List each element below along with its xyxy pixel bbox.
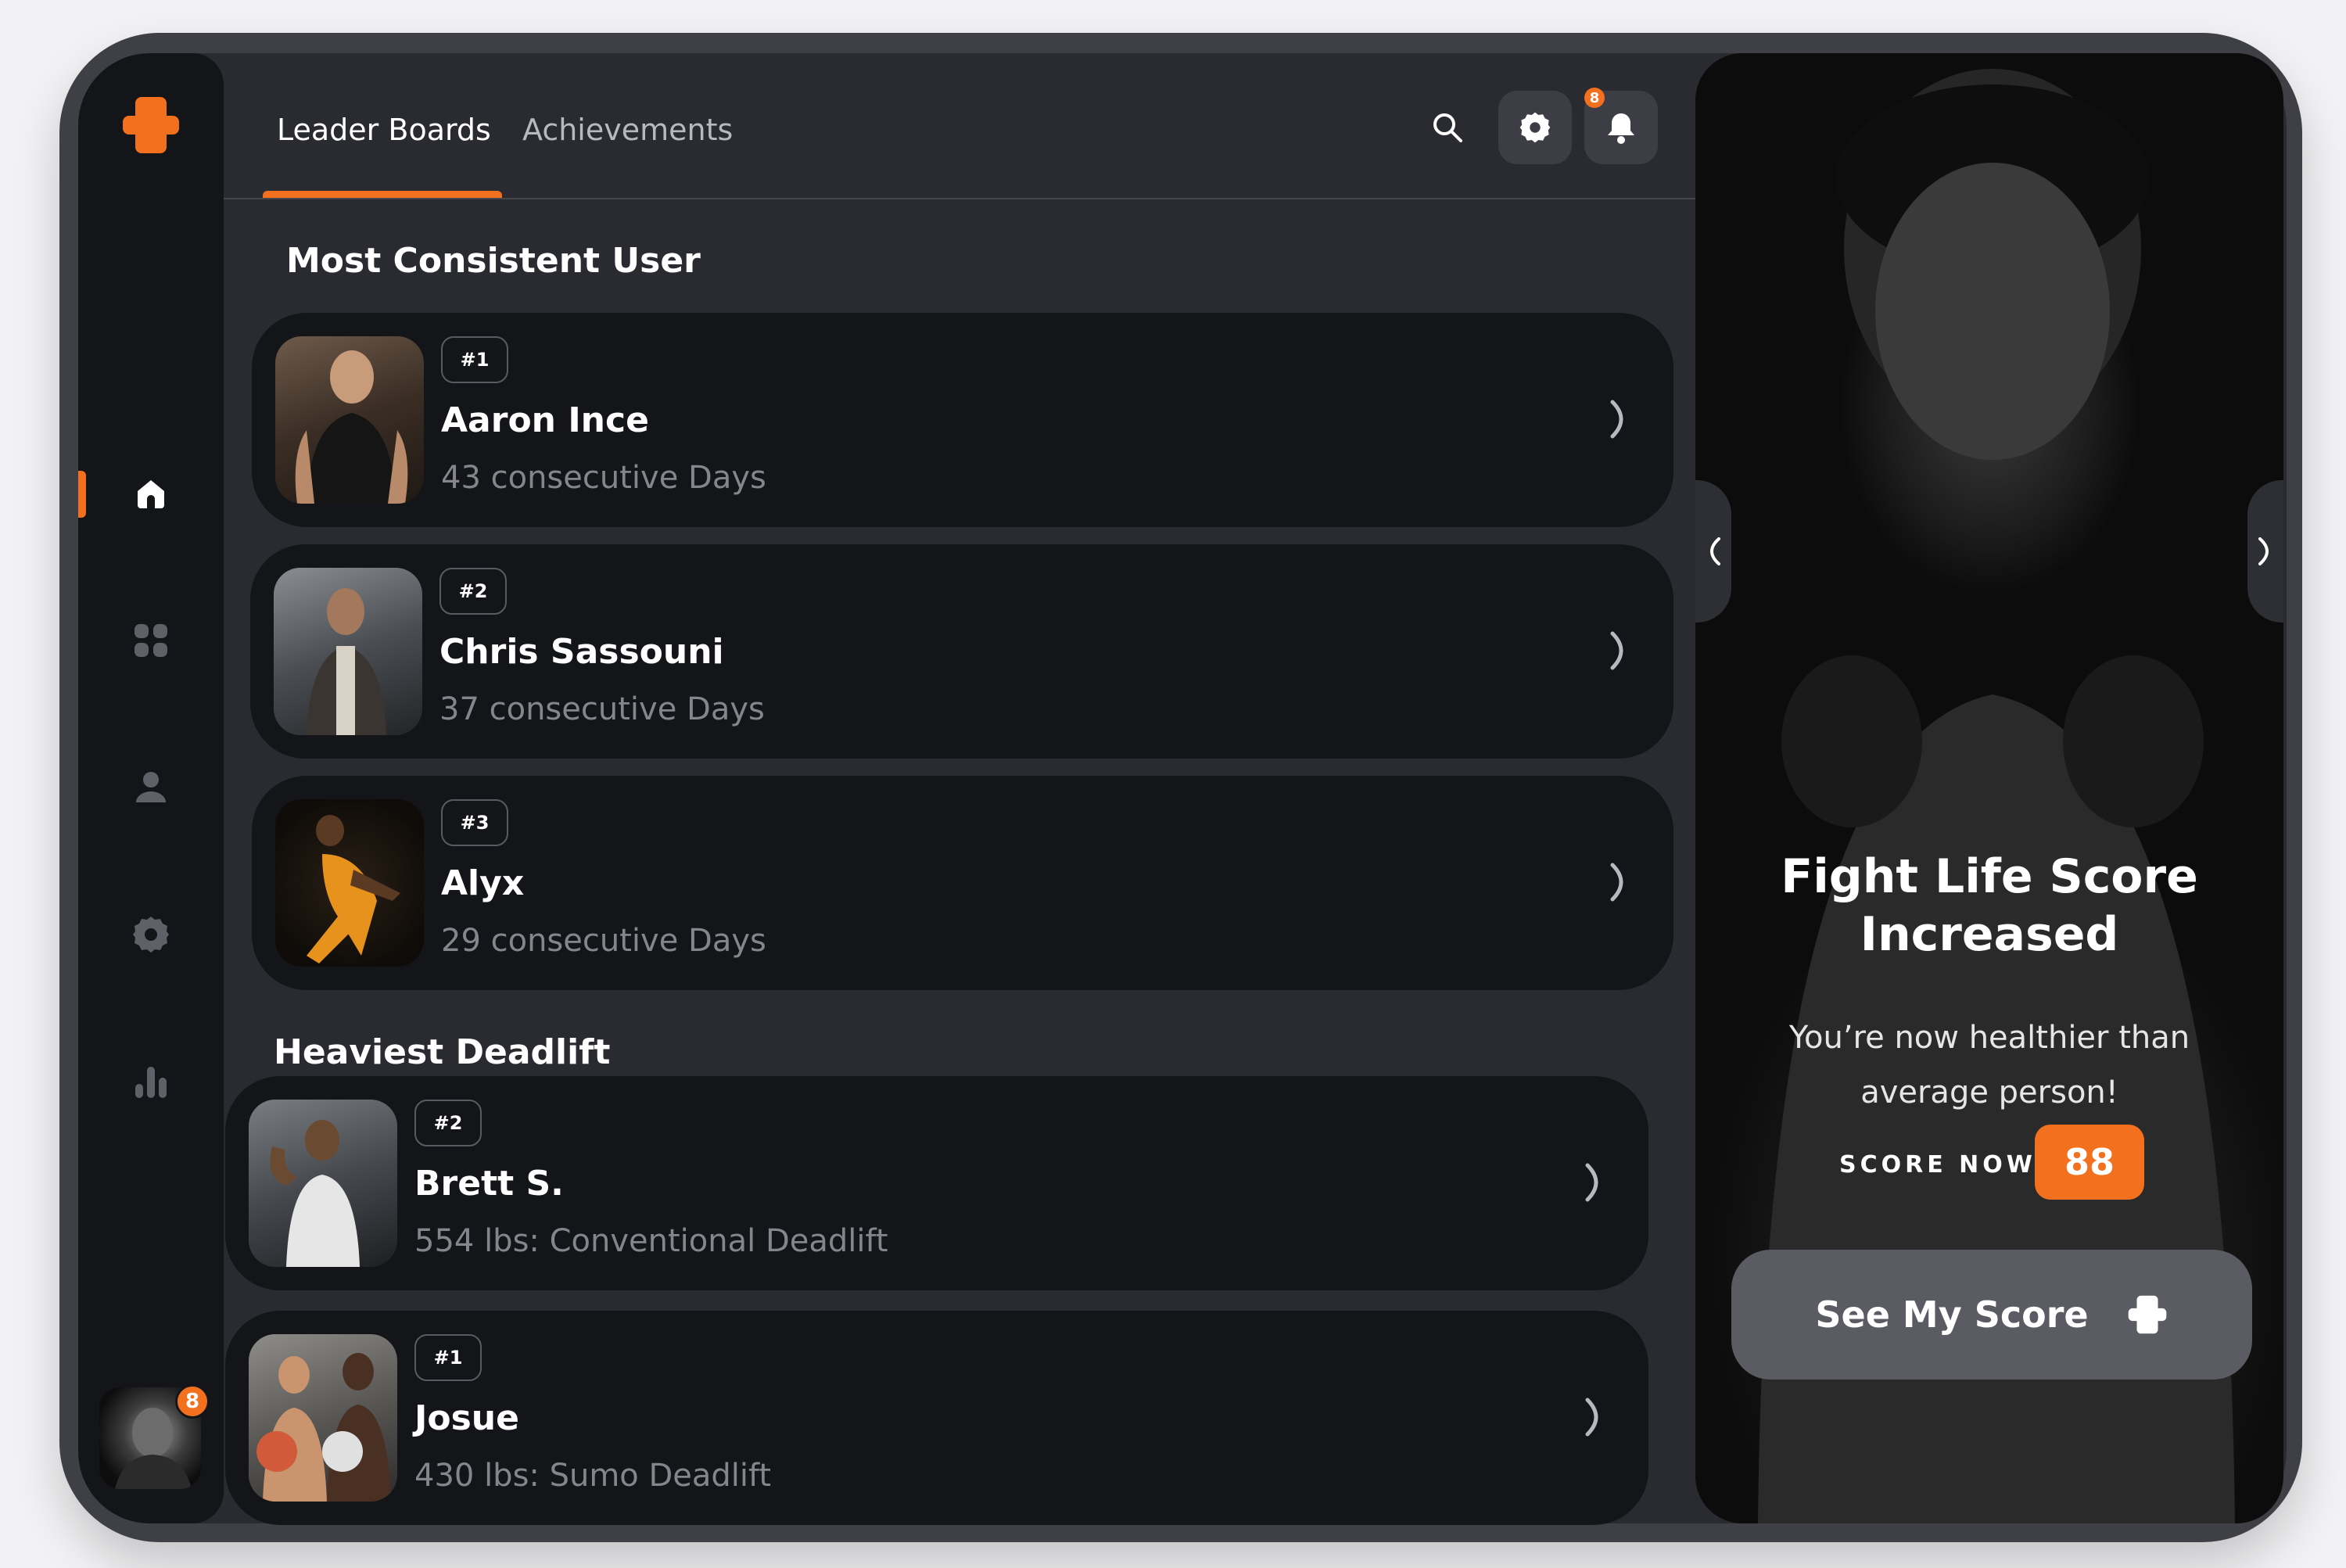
settings-icon [133, 917, 169, 953]
user-photo [274, 568, 422, 735]
chevron-right-icon[interactable] [1603, 857, 1639, 907]
section-title-consistency: Most Consistent User [286, 241, 701, 281]
user-photo [249, 1100, 397, 1267]
settings-button[interactable] [1498, 91, 1572, 164]
rank-badge: #2 [414, 1100, 482, 1146]
rank-badge: #1 [441, 336, 508, 383]
notification-badge: 8 [1584, 88, 1605, 108]
section-title-deadlift: Heaviest Deadlift [274, 1032, 611, 1072]
tab-leader-boards[interactable]: Leader Boards [277, 113, 491, 147]
bell-icon [1608, 113, 1634, 144]
cta-label: See My Score [1815, 1294, 2089, 1336]
search-icon [1433, 113, 1462, 142]
chevron-right-icon[interactable] [1603, 394, 1639, 444]
chevron-left-icon [1710, 537, 1720, 565]
rank-badge: #3 [441, 799, 508, 846]
home-icon [138, 480, 164, 508]
user-stat: 554 lbs: Conventional Deadlift [414, 1223, 888, 1259]
header-divider [224, 198, 1695, 199]
leaderboard-card[interactable]: #3 Alyx 29 consecutive Days [252, 776, 1673, 990]
user-name: Chris Sassouni [439, 632, 724, 672]
promo-subtitle-line1: You’re now healthier than [1788, 1020, 2190, 1056]
score-promo-panel: Fight Life Score Increased You’re now he… [1695, 53, 2283, 1523]
user-stat: 43 consecutive Days [441, 460, 766, 496]
top-navigation: Leader Boards Achievements 8 [224, 53, 1694, 199]
promo-title-line2: Increased [1860, 907, 2119, 962]
chevron-right-icon[interactable] [1578, 1392, 1614, 1442]
user-stat: 29 consecutive Days [441, 923, 766, 959]
user-photo [275, 799, 424, 967]
see-my-score-button[interactable]: See My Score [1731, 1250, 2252, 1380]
user-photo [275, 336, 424, 504]
user-photo [249, 1334, 397, 1502]
stats-icon [135, 1067, 167, 1098]
rank-badge: #1 [414, 1334, 482, 1381]
promo-subtitle-line2: average person! [1860, 1075, 2118, 1111]
score-value: 88 [2035, 1125, 2144, 1200]
leaderboard-card[interactable]: #2 Chris Sassouni 37 consecutive Days [250, 544, 1673, 759]
sidebar-item-stats[interactable] [124, 1054, 178, 1109]
avatar-notification-badge: 8 [175, 1384, 210, 1419]
rank-badge: #2 [439, 568, 507, 615]
user-stat: 430 lbs: Sumo Deadlift [414, 1458, 772, 1494]
nav-active-indicator [78, 471, 86, 518]
user-name: Brett S. [414, 1164, 564, 1204]
user-name: Josue [414, 1398, 519, 1438]
carousel-next-button[interactable] [2247, 480, 2283, 623]
carousel-prev-button[interactable] [1695, 480, 1731, 623]
chevron-right-icon[interactable] [1578, 1157, 1614, 1207]
sidebar-item-settings[interactable] [124, 907, 178, 962]
search-button[interactable] [1420, 100, 1475, 155]
sidebar-item-home[interactable] [124, 466, 178, 521]
user-icon [136, 772, 166, 802]
sidebar-item-dashboard[interactable] [124, 613, 178, 668]
sidebar: 8 [78, 53, 224, 1523]
grid-icon [135, 624, 167, 657]
chevron-right-icon[interactable] [1603, 626, 1639, 676]
sidebar-item-profile[interactable] [124, 760, 178, 815]
user-stat: 37 consecutive Days [439, 691, 765, 727]
promo-title-line1: Fight Life Score [1781, 849, 2198, 904]
chevron-right-icon [2258, 537, 2269, 565]
leaderboard-card[interactable]: #1 Josue 430 lbs: Sumo Deadlift [225, 1311, 1648, 1525]
leaderboard-card[interactable]: #1 Aaron Ince 43 consecutive Days [252, 313, 1673, 527]
gear-icon [1519, 112, 1551, 143]
user-name: Aaron Ince [441, 400, 649, 440]
score-label: SCORE NOW: [1839, 1151, 2049, 1179]
logo-icon[interactable] [120, 94, 182, 156]
user-name: Alyx [441, 863, 525, 903]
leaderboard-card[interactable]: #2 Brett S. 554 lbs: Conventional Deadli… [225, 1076, 1648, 1290]
plus-cross-icon [2128, 1295, 2166, 1334]
tab-achievements[interactable]: Achievements [522, 113, 733, 147]
